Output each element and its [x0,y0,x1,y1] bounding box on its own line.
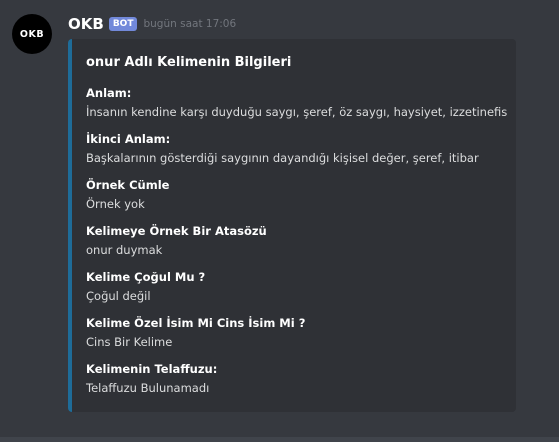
embed-field-ikinci-anlam: İkinci Anlam: Başkalarının gösterdiği sa… [86,131,479,166]
embed-field-isim-turu: Kelime Özel İsim Mi Cins İsim Mi ? Cins … [86,315,305,350]
embed-title: onur Adlı Kelimenin Bilgileri [86,55,292,70]
field-name: Kelime Çoğul Mu ? [86,270,206,284]
field-value: İnsanın kendine karşı duyduğu saygı, şer… [86,105,508,119]
field-name: Kelimeye Örnek Bir Atasözü [86,224,267,238]
avatar-logo-text: OKB [19,28,45,40]
embed-field-telaffuz: Kelimenin Telaffuzu: Telaffuzu Bulunamad… [86,361,217,396]
field-value: onur duymak [86,243,163,257]
chat-message: OKB OKB BOT bugün saat 17:06 onur Adlı K… [0,0,559,442]
field-value: Çoğul değil [86,289,151,303]
field-name: Örnek Cümle [86,178,170,192]
field-name: İkinci Anlam: [86,132,171,146]
message-input-edge [0,437,559,442]
field-name: Kelime Özel İsim Mi Cins İsim Mi ? [86,316,306,330]
message-timestamp[interactable]: bugün saat 17:06 [143,18,236,30]
username[interactable]: OKB [68,15,104,33]
field-name: Kelimenin Telaffuzu: [86,362,218,376]
bot-badge: BOT [108,17,138,31]
embed-card: onur Adlı Kelimenin Bilgileri Anlam: İns… [68,39,516,412]
field-value: Telaffuzu Bulunamadı [86,381,210,395]
field-value: Cins Bir Kelime [86,335,173,349]
bot-avatar[interactable]: OKB [12,14,52,54]
field-value: Başkalarının gösterdiği saygının dayandı… [86,151,479,165]
field-name: Anlam: [86,86,132,100]
embed-field-atasozu: Kelimeye Örnek Bir Atasözü onur duymak [86,223,267,258]
embed-field-ornek-cumle: Örnek Cümle Örnek yok [86,177,169,212]
embed-field-cogul: Kelime Çoğul Mu ? Çoğul değil [86,269,205,304]
message-header: OKB BOT bugün saat 17:06 [68,14,236,34]
embed-field-anlam: Anlam: İnsanın kendine karşı duyduğu say… [86,85,507,120]
field-value: Örnek yok [86,197,145,211]
